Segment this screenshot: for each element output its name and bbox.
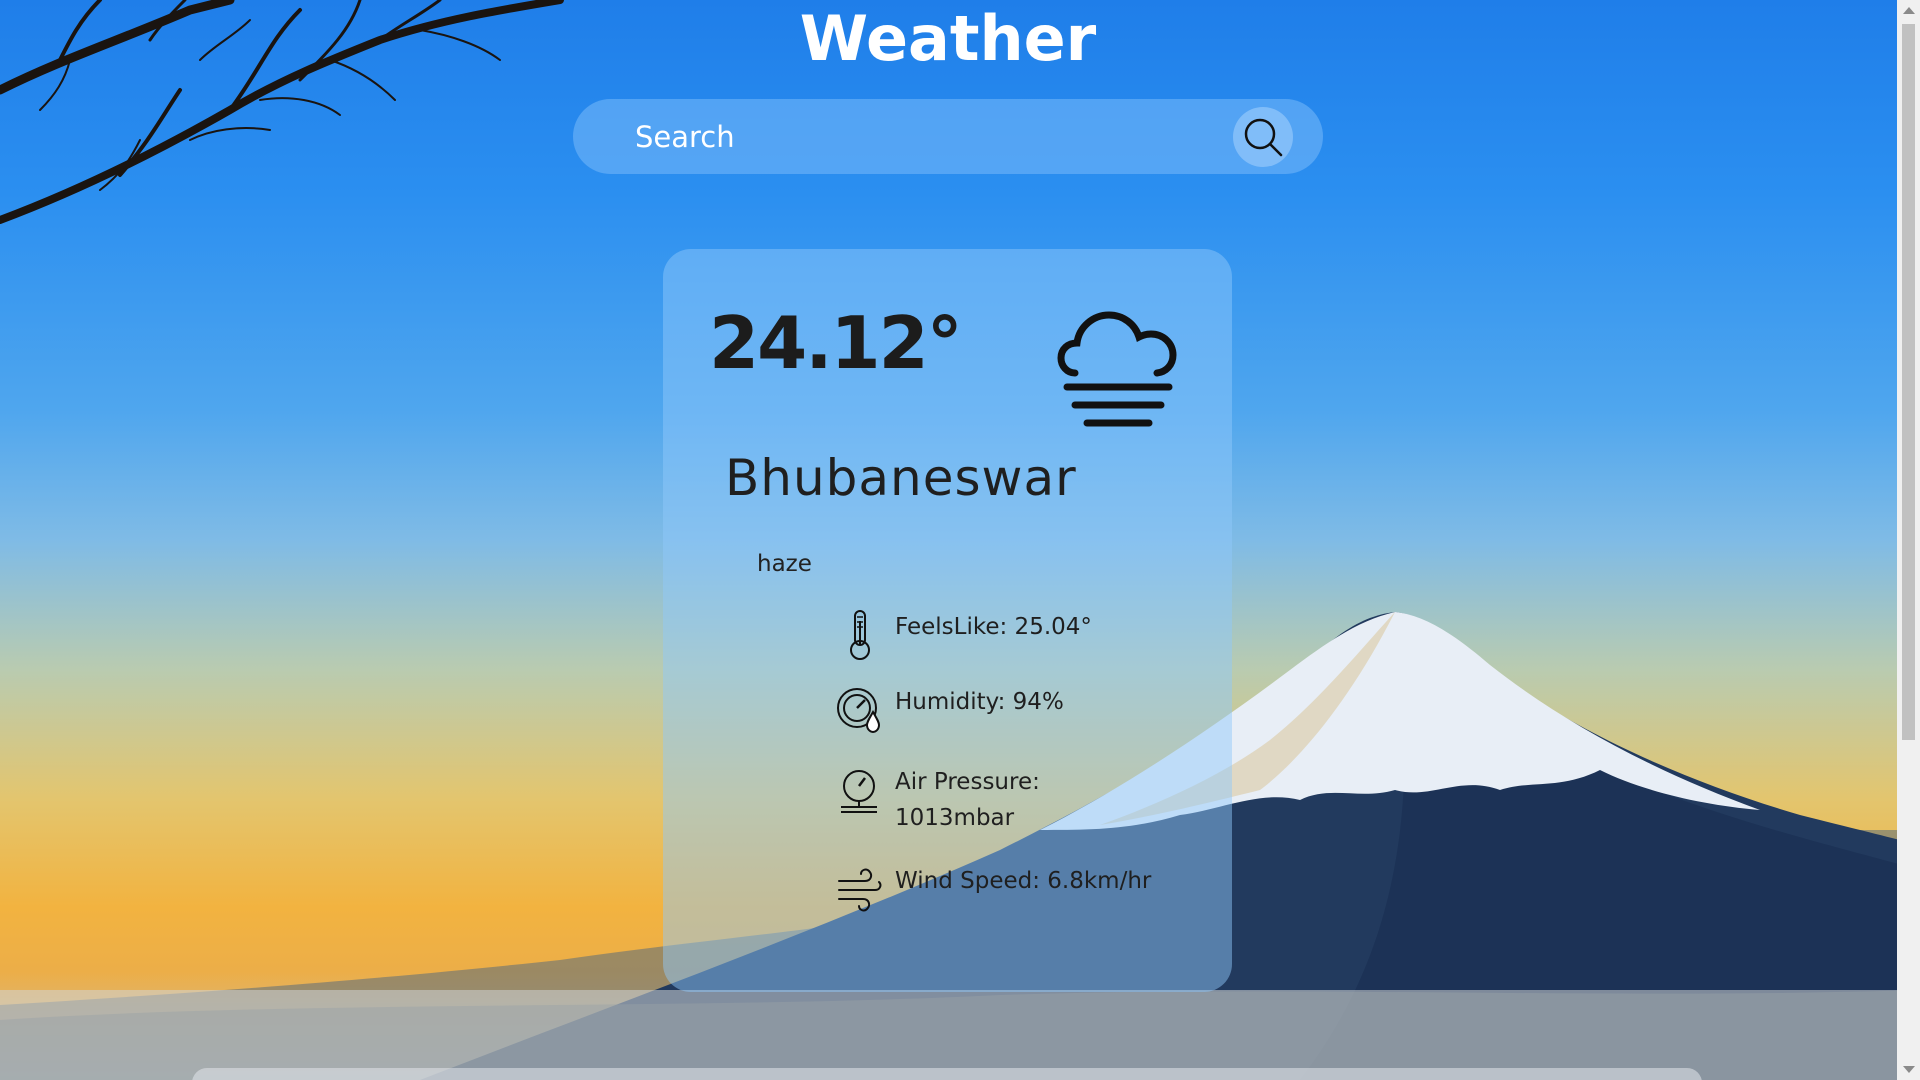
wind-speed-text: Wind Speed: 6.8km/hr xyxy=(895,868,1152,894)
fog-cloud-icon xyxy=(1057,311,1177,427)
air-pressure-text: Air Pressure: 1013mbar xyxy=(895,769,1040,831)
scroll-up-icon[interactable] xyxy=(1903,7,1915,14)
vertical-scrollbar[interactable] xyxy=(1897,0,1920,1080)
scroll-down-icon[interactable] xyxy=(1903,1066,1915,1073)
bottom-panel-edge xyxy=(192,1068,1702,1080)
search-input[interactable] xyxy=(633,115,1197,159)
city-name: Bhubaneswar xyxy=(725,449,1077,507)
wind-icon xyxy=(838,868,882,912)
barometer-icon xyxy=(841,770,877,813)
weather-card: 24.12° Bhubaneswar haze FeelsLike: 25.04… xyxy=(663,249,1232,992)
air-pressure-row: Air Pressure: 1013mbar xyxy=(835,764,1155,836)
wind-speed-row: Wind Speed: 6.8km/hr xyxy=(835,863,1155,915)
scroll-thumb[interactable] xyxy=(1902,24,1915,740)
feels-like-row: FeelsLike: 25.04° xyxy=(835,609,1155,661)
page-title: Weather xyxy=(799,2,1097,75)
search-bar xyxy=(573,99,1323,174)
search-button[interactable] xyxy=(1233,107,1293,167)
thermometer-icon xyxy=(850,610,870,660)
humidity-row: Humidity: 94% xyxy=(835,684,1155,736)
humidity-gauge-icon xyxy=(837,688,881,734)
search-icon xyxy=(1244,118,1283,157)
weather-description: haze xyxy=(757,551,812,577)
feels-like-text: FeelsLike: 25.04° xyxy=(895,614,1092,640)
humidity-text: Humidity: 94% xyxy=(895,689,1064,715)
weather-page: Weather 24.12° Bhubaneswar haze xyxy=(0,0,1920,1080)
temperature: 24.12° xyxy=(709,301,963,385)
